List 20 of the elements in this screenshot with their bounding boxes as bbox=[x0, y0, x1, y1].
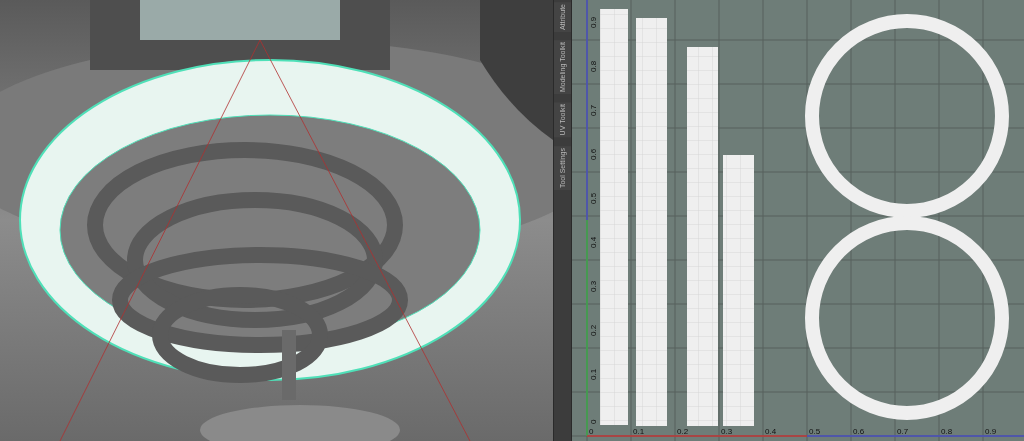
v-tick-label: 0.1 bbox=[589, 368, 598, 380]
u-tick-label: 0 bbox=[589, 427, 594, 436]
v-tick-label: 0.8 bbox=[589, 60, 598, 72]
v-tick-label: 0.9 bbox=[589, 16, 598, 28]
v-tick-label: 0.5 bbox=[589, 192, 598, 204]
u-tick-label: 0.3 bbox=[721, 427, 733, 436]
v-tick-label: 0.7 bbox=[589, 104, 598, 116]
u-tick-label: 0.8 bbox=[941, 427, 953, 436]
u-tick-label: 0.9 bbox=[985, 427, 997, 436]
u-tick-label: 0.1 bbox=[633, 427, 645, 436]
v-tick-label: 0.6 bbox=[589, 148, 598, 160]
v-tick-label: 0.3 bbox=[589, 280, 598, 292]
v-tick-label: 0.4 bbox=[589, 236, 598, 248]
v-tick-label: 0 bbox=[589, 419, 598, 424]
u-tick-label: 0.2 bbox=[677, 427, 689, 436]
u-tick-label: 0.6 bbox=[853, 427, 865, 436]
u-tick-label: 0.4 bbox=[765, 427, 777, 436]
u-tick-label: 0.7 bbox=[897, 427, 909, 436]
v-tick-label: 0.2 bbox=[589, 324, 598, 336]
u-tick-label: 0.5 bbox=[809, 427, 821, 436]
